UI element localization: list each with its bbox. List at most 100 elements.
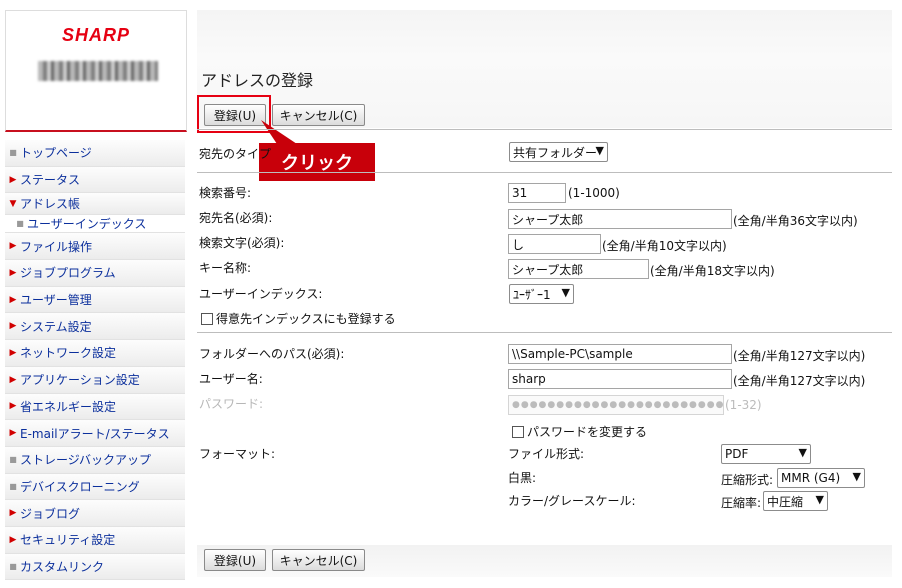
triangle-right-icon: ▶ xyxy=(9,401,17,412)
sidebar-item-label: ファイル操作 xyxy=(20,239,93,254)
key-name-input[interactable]: シャープ太郎 xyxy=(508,259,649,279)
sidebar-item-job-program[interactable]: ▶ ジョブプログラム xyxy=(5,260,185,287)
square-bullet-icon: ■ xyxy=(16,219,24,229)
triangle-right-icon: ▶ xyxy=(9,321,17,332)
sidebar-item-label: システム設定 xyxy=(20,319,92,334)
dest-name-label: 宛先名(必須): xyxy=(199,211,273,225)
click-callout: クリック xyxy=(259,143,375,181)
triangle-right-icon: ▶ xyxy=(9,294,17,305)
dest-type-label: 宛先のタイプ xyxy=(199,147,272,161)
favorite-index-checkbox[interactable]: 得意先インデックスにも登録する xyxy=(201,310,396,327)
change-password-checkbox[interactable]: パスワードを変更する xyxy=(512,423,647,440)
file-type-select[interactable]: PDF ▼ xyxy=(721,444,811,464)
sidebar-item-label: カスタムリンク xyxy=(20,559,105,574)
brand-logo: SHARP xyxy=(61,25,130,45)
square-bullet-icon: ■ xyxy=(9,148,17,158)
dest-type-select[interactable]: 共有フォルダー ▼ xyxy=(509,142,608,162)
triangle-right-icon: ▶ xyxy=(9,241,17,252)
password-label: パスワード: xyxy=(199,397,264,411)
folder-path-input[interactable]: \\Sample-PC\sample xyxy=(508,344,732,364)
sidebar-item-label: トップページ xyxy=(20,146,92,161)
main-content: アドレスの登録 登録(U) キャンセル(C) クリック 宛先のタイプ 共有フォル… xyxy=(197,0,902,588)
sidebar-nav: ■ トップページ ▶ ステータス ▼ アドレス帳 ■ ユーザーインデックス ▶ ファイル操… xyxy=(5,140,185,581)
search-number-input[interactable]: 31 xyxy=(508,183,566,203)
triangle-right-icon: ▶ xyxy=(9,428,17,439)
sidebar-item-job-log[interactable]: ▶ ジョブログ xyxy=(5,500,185,527)
bw-label: 白黒: xyxy=(508,471,537,485)
color-ratio-select[interactable]: 中圧縮 ▼ xyxy=(763,491,828,511)
search-char-input[interactable]: し xyxy=(508,234,601,254)
divider xyxy=(197,172,892,173)
checkbox-box[interactable] xyxy=(512,425,524,438)
sidebar-item-label: アプリケーション設定 xyxy=(20,373,140,388)
search-char-hint: (全角/半角10文字以内) xyxy=(602,239,727,253)
sidebar-item-email-alert[interactable]: ▶ E-mailアラート/ステータス xyxy=(5,420,185,447)
sidebar-item-application-settings[interactable]: ▶ アプリケーション設定 xyxy=(5,366,185,394)
sidebar-item-label: ユーザー管理 xyxy=(20,293,92,308)
sidebar-item-address-book[interactable]: ▼ アドレス帳 xyxy=(5,193,185,216)
file-type-label: ファイル形式: xyxy=(508,447,585,461)
change-password-label: パスワードを変更する xyxy=(527,425,648,439)
divider xyxy=(197,129,892,130)
square-bullet-icon: ■ xyxy=(9,561,17,571)
sidebar-item-security-settings[interactable]: ▶ セキュリティ設定 xyxy=(5,526,185,554)
sidebar-item-label: デバイスクローニング xyxy=(20,479,140,494)
password-input: ●●●●●●●●●●●●●●●●●●●●●●●●●●● xyxy=(508,395,724,415)
product-logo-panel: SHARP xyxy=(5,10,187,132)
sidebar-item-label: ユーザーインデックス xyxy=(27,217,147,232)
sidebar-item-energy-saving[interactable]: ▶ 省エネルギー設定 xyxy=(5,393,185,421)
folder-path-label: フォルダーへのパス(必須): xyxy=(199,347,345,361)
sidebar-item-label: セキュリティ設定 xyxy=(20,533,116,548)
sidebar-item-custom-link[interactable]: ■ カスタムリンク xyxy=(5,553,185,581)
register-button-bottom[interactable]: 登録(U) xyxy=(204,549,266,571)
user-index-label: ユーザーインデックス: xyxy=(199,287,323,301)
triangle-right-icon: ▶ xyxy=(9,267,17,278)
favorite-index-label: 得意先インデックスにも登録する xyxy=(216,312,396,326)
sidebar-item-status[interactable]: ▶ ステータス xyxy=(5,166,185,194)
sidebar-item-network-settings[interactable]: ▶ ネットワーク設定 xyxy=(5,340,185,367)
sidebar: SHARP ■ トップページ ▶ ステータス ▼ アドレス帳 ■ ユーザーインデックス … xyxy=(0,0,192,588)
sidebar-item-top-page[interactable]: ■ トップページ xyxy=(5,140,185,167)
chevron-down-icon: ▼ xyxy=(852,470,861,483)
search-number-hint: (1-1000) xyxy=(568,186,620,200)
chevron-down-icon: ▼ xyxy=(561,286,570,299)
bw-compression-value: MMR (G4) xyxy=(781,471,841,485)
chevron-down-icon: ▼ xyxy=(815,493,824,506)
sidebar-item-label: ステータス xyxy=(20,173,81,188)
sidebar-item-user-index[interactable]: ■ ユーザーインデックス xyxy=(5,215,185,234)
divider xyxy=(197,332,892,333)
color-label: カラー/グレースケール: xyxy=(508,494,636,508)
triangle-right-icon: ▶ xyxy=(9,534,17,545)
page-title: アドレスの登録 xyxy=(201,71,314,90)
dest-name-input[interactable]: シャープ太郎 xyxy=(508,209,732,229)
dest-type-value: 共有フォルダー xyxy=(513,145,598,160)
sidebar-item-system-settings[interactable]: ▶ システム設定 xyxy=(5,313,185,341)
triangle-right-icon: ▶ xyxy=(9,508,17,519)
user-name-input[interactable]: sharp xyxy=(508,369,732,389)
triangle-right-icon: ▶ xyxy=(9,174,17,185)
format-label: フォーマット: xyxy=(199,447,276,461)
sidebar-item-device-cloning[interactable]: ■ デバイスクローニング xyxy=(5,473,185,501)
user-name-hint: (全角/半角127文字以内) xyxy=(733,374,866,388)
model-name-blurred xyxy=(38,61,158,81)
sidebar-item-label: E-mailアラート/ステータス xyxy=(20,426,170,441)
user-name-label: ユーザー名: xyxy=(199,372,263,386)
cancel-button-bottom[interactable]: キャンセル(C) xyxy=(272,549,365,571)
user-index-value: ﾕｰｻﾞｰ1 xyxy=(513,287,551,302)
sidebar-item-label: ジョブログ xyxy=(20,506,81,521)
triangle-right-icon: ▶ xyxy=(9,347,17,358)
dest-name-hint: (全角/半角36文字以内) xyxy=(733,214,858,228)
checkbox-box[interactable] xyxy=(201,312,213,325)
sidebar-item-storage-backup[interactable]: ■ ストレージバックアップ xyxy=(5,446,185,474)
chevron-down-icon: ▼ xyxy=(798,446,807,459)
file-type-value: PDF xyxy=(725,447,749,461)
folder-path-hint: (全角/半角127文字以内) xyxy=(733,349,866,363)
sidebar-item-label: 省エネルギー設定 xyxy=(20,399,117,414)
triangle-right-icon: ▶ xyxy=(9,374,17,385)
bw-compression-select[interactable]: MMR (G4) ▼ xyxy=(777,468,865,488)
sidebar-item-user-management[interactable]: ▶ ユーザー管理 xyxy=(5,286,185,314)
sidebar-item-file-operation[interactable]: ▶ ファイル操作 xyxy=(5,233,185,261)
sidebar-item-label: ストレージバックアップ xyxy=(20,453,152,468)
sidebar-item-label: ネットワーク設定 xyxy=(20,346,117,361)
user-index-select[interactable]: ﾕｰｻﾞｰ1 ▼ xyxy=(509,284,574,304)
